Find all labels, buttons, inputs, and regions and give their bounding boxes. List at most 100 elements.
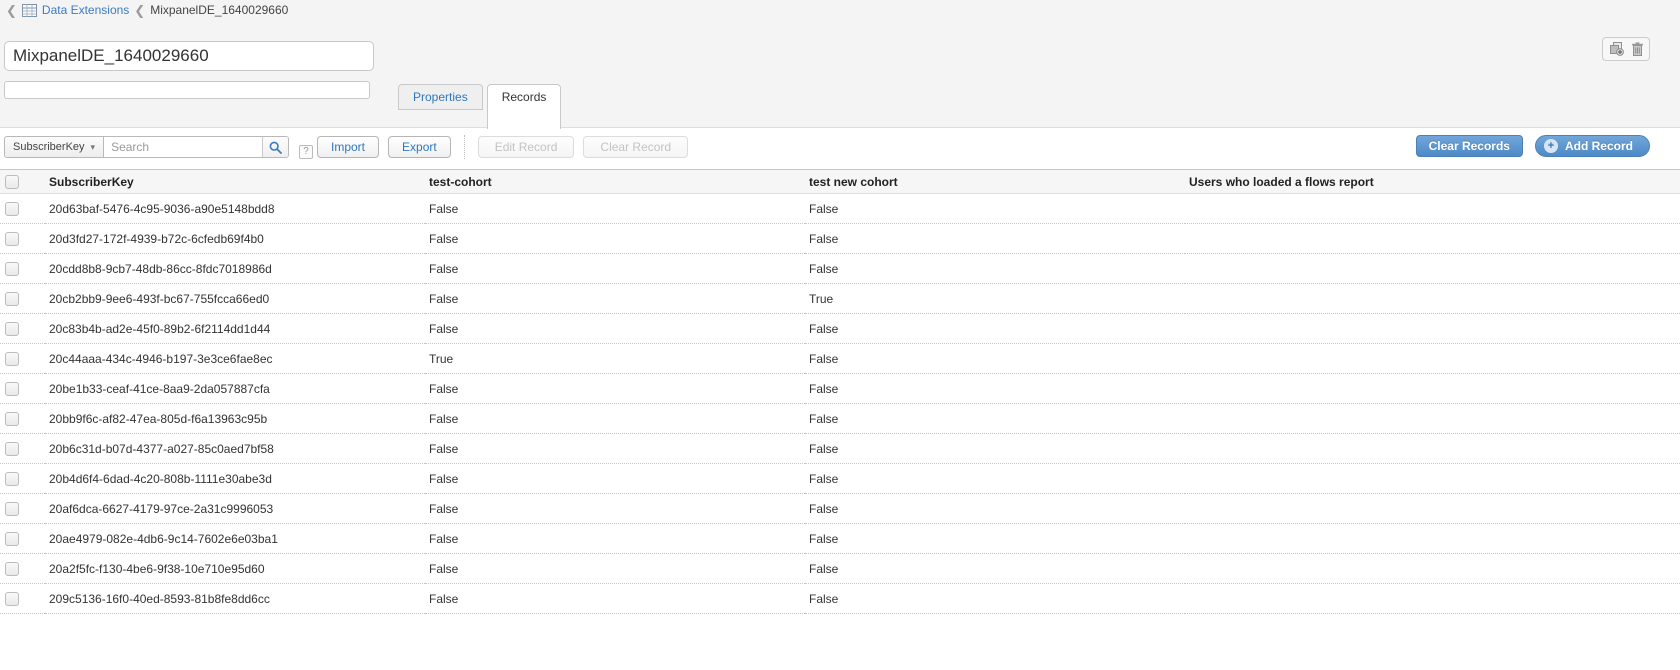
trash-icon[interactable] <box>1631 42 1644 56</box>
cell-flows-report <box>1185 494 1680 524</box>
cell-subscriber-key: 20cdd8b8-9cb7-48db-86cc-8fdc7018986d <box>45 254 425 284</box>
toolbar-divider <box>464 135 465 159</box>
cell-test-new-cohort: False <box>805 404 1185 434</box>
table-row[interactable]: 20cdd8b8-9cb7-48db-86cc-8fdc7018986d Fal… <box>0 254 1680 284</box>
records-table-container: SubscriberKey test-cohort test new cohor… <box>0 169 1680 614</box>
table-row[interactable]: 209c5136-16f0-40ed-8593-81b8fe8dd6cc Fal… <box>0 584 1680 614</box>
cell-test-new-cohort: False <box>805 524 1185 554</box>
table-row[interactable]: 20ae4979-082e-4db6-9c14-7602e6e03ba1 Fal… <box>0 524 1680 554</box>
cell-test-cohort: False <box>425 464 805 494</box>
cell-flows-report <box>1185 254 1680 284</box>
table-row[interactable]: 20af6dca-6627-4179-97ce-2a31c9996053 Fal… <box>0 494 1680 524</box>
cell-test-new-cohort: False <box>805 554 1185 584</box>
extension-name-input[interactable] <box>4 41 374 71</box>
cell-subscriber-key: 20c83b4b-ad2e-45f0-89b2-6f2114dd1d44 <box>45 314 425 344</box>
cell-test-new-cohort: False <box>805 374 1185 404</box>
row-checkbox[interactable] <box>5 382 19 396</box>
cell-test-new-cohort: False <box>805 314 1185 344</box>
cell-flows-report <box>1185 344 1680 374</box>
clear-records-button[interactable]: Clear Records <box>1416 135 1523 157</box>
cell-subscriber-key: 20b4d6f4-6dad-4c20-808b-1111e30abe3d <box>45 464 425 494</box>
row-checkbox[interactable] <box>5 292 19 306</box>
cell-subscriber-key: 20c44aaa-434c-4946-b197-3e3ce6fae8ec <box>45 344 425 374</box>
cell-subscriber-key: 20d3fd27-172f-4939-b72c-6cfedb69f4b0 <box>45 224 425 254</box>
cell-flows-report <box>1185 194 1680 224</box>
extension-action-group <box>1602 37 1650 61</box>
tab-properties[interactable]: Properties <box>398 84 483 110</box>
cell-subscriber-key: 20cb2bb9-9ee6-493f-bc67-755fcca66ed0 <box>45 284 425 314</box>
chevron-down-icon: ▾ <box>91 142 96 153</box>
extension-description-input[interactable] <box>4 81 370 99</box>
column-header-test-cohort[interactable]: test-cohort <box>425 170 805 194</box>
row-checkbox[interactable] <box>5 532 19 546</box>
tab-records[interactable]: Records <box>487 84 562 129</box>
cell-flows-report <box>1185 224 1680 254</box>
cell-subscriber-key: 20a2f5fc-f130-4be6-9f38-10e710e95d60 <box>45 554 425 584</box>
row-checkbox[interactable] <box>5 412 19 426</box>
table-row[interactable]: 20c83b4b-ad2e-45f0-89b2-6f2114dd1d44 Fal… <box>0 314 1680 344</box>
cell-flows-report <box>1185 314 1680 344</box>
table-row[interactable]: 20c44aaa-434c-4946-b197-3e3ce6fae8ec Tru… <box>0 344 1680 374</box>
back-chevron-icon[interactable]: ❮ <box>6 4 17 17</box>
help-button[interactable]: ? <box>299 145 313 159</box>
cell-flows-report <box>1185 374 1680 404</box>
cell-flows-report <box>1185 524 1680 554</box>
row-checkbox[interactable] <box>5 202 19 216</box>
table-row[interactable]: 20d3fd27-172f-4939-b72c-6cfedb69f4b0 Fal… <box>0 224 1680 254</box>
row-checkbox[interactable] <box>5 502 19 516</box>
edit-record-button[interactable]: Edit Record <box>478 136 575 158</box>
row-checkbox[interactable] <box>5 592 19 606</box>
search-field-dropdown-label: SubscriberKey <box>13 141 85 153</box>
cell-subscriber-key: 20af6dca-6627-4179-97ce-2a31c9996053 <box>45 494 425 524</box>
cell-test-new-cohort: False <box>805 224 1185 254</box>
row-checkbox[interactable] <box>5 442 19 456</box>
cell-test-cohort: False <box>425 584 805 614</box>
record-action-buttons: Import Export Edit Record Clear Record <box>317 135 688 159</box>
breadcrumb-separator-icon: ❮ <box>134 4 145 17</box>
select-all-checkbox[interactable] <box>5 175 19 189</box>
cell-flows-report <box>1185 434 1680 464</box>
breadcrumb-data-extensions-link[interactable]: Data Extensions <box>42 3 129 17</box>
search-icon <box>269 141 282 154</box>
search-input[interactable] <box>104 137 262 157</box>
cell-test-new-cohort: False <box>805 194 1185 224</box>
cell-test-cohort: False <box>425 494 805 524</box>
export-button[interactable]: Export <box>388 136 451 158</box>
table-row[interactable]: 20b6c31d-b07d-4377-a027-85c0aed7bf58 Fal… <box>0 434 1680 464</box>
clear-record-button[interactable]: Clear Record <box>583 136 688 158</box>
cell-test-cohort: False <box>425 254 805 284</box>
column-header-flows-report[interactable]: Users who loaded a flows report <box>1185 170 1680 194</box>
tab-bar: Properties Records <box>398 84 561 128</box>
table-row[interactable]: 20d63baf-5476-4c95-9036-a90e5148bdd8 Fal… <box>0 194 1680 224</box>
cell-flows-report <box>1185 554 1680 584</box>
table-row[interactable]: 20b4d6f4-6dad-4c20-808b-1111e30abe3d Fal… <box>0 464 1680 494</box>
import-button[interactable]: Import <box>317 136 379 158</box>
row-checkbox[interactable] <box>5 262 19 276</box>
row-checkbox[interactable] <box>5 562 19 576</box>
plus-icon: + <box>1544 139 1558 153</box>
copy-icon[interactable] <box>1609 42 1624 56</box>
cell-test-cohort: False <box>425 404 805 434</box>
cell-flows-report <box>1185 404 1680 434</box>
cell-subscriber-key: 20b6c31d-b07d-4377-a027-85c0aed7bf58 <box>45 434 425 464</box>
column-header-test-new-cohort[interactable]: test new cohort <box>805 170 1185 194</box>
cell-test-new-cohort: False <box>805 434 1185 464</box>
table-row[interactable]: 20be1b33-ceaf-41ce-8aa9-2da057887cfa Fal… <box>0 374 1680 404</box>
cell-test-cohort: False <box>425 194 805 224</box>
search-box <box>104 136 289 158</box>
search-field-dropdown[interactable]: SubscriberKey ▾ <box>4 136 104 158</box>
row-checkbox[interactable] <box>5 322 19 336</box>
search-button[interactable] <box>262 137 288 157</box>
table-row[interactable]: 20cb2bb9-9ee6-493f-bc67-755fcca66ed0 Fal… <box>0 284 1680 314</box>
row-checkbox[interactable] <box>5 472 19 486</box>
records-toolbar: SubscriberKey ▾ ? Import Export Edit Rec… <box>0 128 1680 168</box>
table-row[interactable]: 20a2f5fc-f130-4be6-9f38-10e710e95d60 Fal… <box>0 554 1680 584</box>
table-row[interactable]: 20bb9f6c-af82-47ea-805d-f6a13963c95b Fal… <box>0 404 1680 434</box>
add-record-button[interactable]: + Add Record <box>1535 135 1650 157</box>
cell-test-new-cohort: True <box>805 284 1185 314</box>
cell-subscriber-key: 209c5136-16f0-40ed-8593-81b8fe8dd6cc <box>45 584 425 614</box>
row-checkbox[interactable] <box>5 232 19 246</box>
cell-subscriber-key: 20bb9f6c-af82-47ea-805d-f6a13963c95b <box>45 404 425 434</box>
row-checkbox[interactable] <box>5 352 19 366</box>
column-header-subscriberkey[interactable]: SubscriberKey <box>45 170 425 194</box>
